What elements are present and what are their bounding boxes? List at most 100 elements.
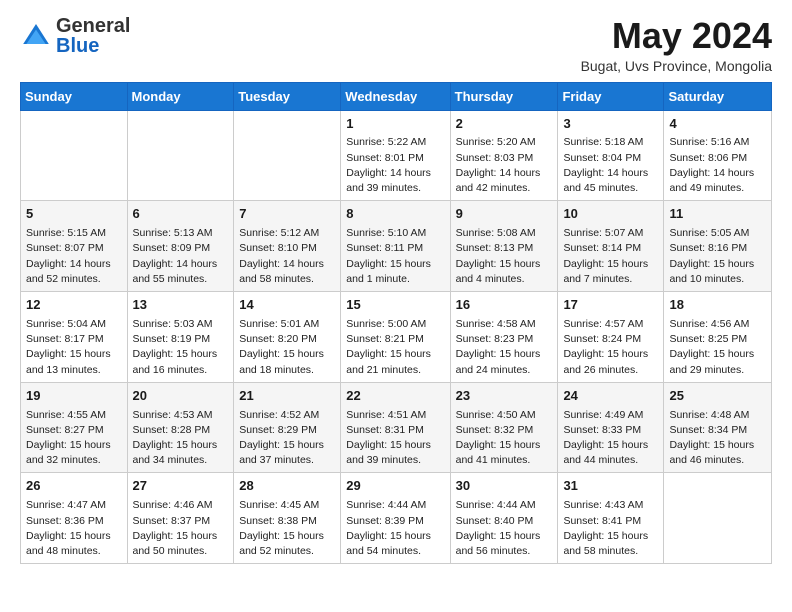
day-info: Sunrise: 5:18 AMSunset: 8:04 PMDaylight:… [563,135,658,196]
day-info: Sunrise: 5:08 AMSunset: 8:13 PMDaylight:… [456,226,553,287]
calendar-cell: 27 Sunrise: 4:46 AMSunset: 8:37 PMDayligh… [127,473,234,564]
calendar-cell: 21 Sunrise: 4:52 AMSunset: 8:29 PMDayligh… [234,382,341,473]
calendar-cell: 25Sunrise: 4:48 AMSunset: 8:34 PMDayligh… [664,382,772,473]
calendar-cell [21,110,128,201]
col-thursday: Thursday [450,82,558,110]
week-row-5: 26 Sunrise: 4:47 AMSunset: 8:36 PMDayligh… [21,473,772,564]
calendar-cell: 5 Sunrise: 5:15 AMSunset: 8:07 PMDaylight… [21,201,128,292]
day-number: 29 [346,477,444,496]
calendar-cell: 20Sunrise: 4:53 AMSunset: 8:28 PMDayligh… [127,382,234,473]
day-info: Sunrise: 4:45 AMSunset: 8:38 PMDaylight:… [239,498,335,559]
calendar: Sunday Monday Tuesday Wednesday Thursday… [20,82,772,565]
day-info: Sunrise: 4:50 AMSunset: 8:32 PMDaylight:… [456,408,553,469]
calendar-cell: 28 Sunrise: 4:45 AMSunset: 8:38 PMDayligh… [234,473,341,564]
month-title: May 2024 [581,16,772,56]
day-info: Sunrise: 5:16 AMSunset: 8:06 PMDaylight:… [669,135,766,196]
calendar-cell [234,110,341,201]
day-info: Sunrise: 4:51 AMSunset: 8:31 PMDaylight:… [346,408,444,469]
day-info: Sunrise: 5:01 AMSunset: 8:20 PMDaylight:… [239,317,335,378]
day-info: Sunrise: 5:13 AMSunset: 8:09 PMDaylight:… [133,226,229,287]
day-number: 12 [26,296,122,315]
calendar-cell: 14Sunrise: 5:01 AMSunset: 8:20 PMDayligh… [234,292,341,383]
calendar-cell: 11 Sunrise: 5:05 AMSunset: 8:16 PMDayligh… [664,201,772,292]
day-info: Sunrise: 4:47 AMSunset: 8:36 PMDaylight:… [26,498,122,559]
day-number: 1 [346,115,444,134]
col-sunday: Sunday [21,82,128,110]
calendar-cell: 8 Sunrise: 5:10 AMSunset: 8:11 PMDaylight… [341,201,450,292]
calendar-cell: 10 Sunrise: 5:07 AMSunset: 8:14 PMDayligh… [558,201,664,292]
day-info: Sunrise: 4:43 AMSunset: 8:41 PMDaylight:… [563,498,658,559]
day-info: Sunrise: 5:15 AMSunset: 8:07 PMDaylight:… [26,226,122,287]
day-info: Sunrise: 4:46 AMSunset: 8:37 PMDaylight:… [133,498,229,559]
calendar-cell: 9 Sunrise: 5:08 AMSunset: 8:13 PMDaylight… [450,201,558,292]
day-number: 27 [133,477,229,496]
day-info: Sunrise: 4:55 AMSunset: 8:27 PMDaylight:… [26,408,122,469]
day-number: 19 [26,387,122,406]
week-row-1: 1Sunrise: 5:22 AMSunset: 8:01 PMDaylight… [21,110,772,201]
week-row-2: 5 Sunrise: 5:15 AMSunset: 8:07 PMDaylight… [21,201,772,292]
logo-blue: Blue [56,35,99,57]
day-number: 11 [669,205,766,224]
day-info: Sunrise: 5:10 AMSunset: 8:11 PMDaylight:… [346,226,444,287]
day-number: 8 [346,205,444,224]
day-number: 6 [133,205,229,224]
day-number: 24 [563,387,658,406]
day-number: 5 [26,205,122,224]
day-number: 10 [563,205,658,224]
calendar-cell: 23 Sunrise: 4:50 AMSunset: 8:32 PMDayligh… [450,382,558,473]
day-info: Sunrise: 4:57 AMSunset: 8:24 PMDaylight:… [563,317,658,378]
calendar-cell: 1Sunrise: 5:22 AMSunset: 8:01 PMDaylight… [341,110,450,201]
calendar-cell: 22Sunrise: 4:51 AMSunset: 8:31 PMDayligh… [341,382,450,473]
col-wednesday: Wednesday [341,82,450,110]
day-number: 21 [239,387,335,406]
day-info: Sunrise: 4:53 AMSunset: 8:28 PMDaylight:… [133,408,229,469]
calendar-cell: 4Sunrise: 5:16 AMSunset: 8:06 PMDaylight… [664,110,772,201]
week-row-3: 12 Sunrise: 5:04 AMSunset: 8:17 PMDayligh… [21,292,772,383]
day-number: 25 [669,387,766,406]
header: General Blue May 2024 Bugat, Uvs Provinc… [20,16,772,74]
col-monday: Monday [127,82,234,110]
calendar-cell: 17 Sunrise: 4:57 AMSunset: 8:24 PMDayligh… [558,292,664,383]
day-number: 23 [456,387,553,406]
calendar-cell: 6 Sunrise: 5:13 AMSunset: 8:09 PMDaylight… [127,201,234,292]
day-info: Sunrise: 4:49 AMSunset: 8:33 PMDaylight:… [563,408,658,469]
day-number: 9 [456,205,553,224]
calendar-cell: 7Sunrise: 5:12 AMSunset: 8:10 PMDaylight… [234,201,341,292]
calendar-cell: 19 Sunrise: 4:55 AMSunset: 8:27 PMDayligh… [21,382,128,473]
calendar-cell: 16Sunrise: 4:58 AMSunset: 8:23 PMDayligh… [450,292,558,383]
col-friday: Friday [558,82,664,110]
day-info: Sunrise: 4:56 AMSunset: 8:25 PMDaylight:… [669,317,766,378]
logo-text: General Blue [56,16,130,56]
header-row: Sunday Monday Tuesday Wednesday Thursday… [21,82,772,110]
day-number: 3 [563,115,658,134]
calendar-cell [664,473,772,564]
day-number: 15 [346,296,444,315]
calendar-cell: 24 Sunrise: 4:49 AMSunset: 8:33 PMDayligh… [558,382,664,473]
title-block: May 2024 Bugat, Uvs Province, Mongolia [581,16,772,74]
day-info: Sunrise: 5:12 AMSunset: 8:10 PMDaylight:… [239,226,335,287]
day-number: 13 [133,296,229,315]
calendar-cell: 30Sunrise: 4:44 AMSunset: 8:40 PMDayligh… [450,473,558,564]
col-saturday: Saturday [664,82,772,110]
day-number: 28 [239,477,335,496]
calendar-cell [127,110,234,201]
day-info: Sunrise: 5:03 AMSunset: 8:19 PMDaylight:… [133,317,229,378]
day-info: Sunrise: 4:52 AMSunset: 8:29 PMDaylight:… [239,408,335,469]
calendar-cell: 15Sunrise: 5:00 AMSunset: 8:21 PMDayligh… [341,292,450,383]
day-number: 31 [563,477,658,496]
page: General Blue May 2024 Bugat, Uvs Provinc… [0,0,792,584]
day-number: 26 [26,477,122,496]
day-number: 16 [456,296,553,315]
day-info: Sunrise: 5:05 AMSunset: 8:16 PMDaylight:… [669,226,766,287]
day-info: Sunrise: 5:07 AMSunset: 8:14 PMDaylight:… [563,226,658,287]
calendar-cell: 18Sunrise: 4:56 AMSunset: 8:25 PMDayligh… [664,292,772,383]
calendar-cell: 26 Sunrise: 4:47 AMSunset: 8:36 PMDayligh… [21,473,128,564]
calendar-cell: 31 Sunrise: 4:43 AMSunset: 8:41 PMDayligh… [558,473,664,564]
day-number: 17 [563,296,658,315]
logo-icon [20,20,52,52]
day-info: Sunrise: 4:44 AMSunset: 8:40 PMDaylight:… [456,498,553,559]
day-number: 4 [669,115,766,134]
day-info: Sunrise: 5:22 AMSunset: 8:01 PMDaylight:… [346,135,444,196]
week-row-4: 19 Sunrise: 4:55 AMSunset: 8:27 PMDayligh… [21,382,772,473]
day-info: Sunrise: 5:04 AMSunset: 8:17 PMDaylight:… [26,317,122,378]
